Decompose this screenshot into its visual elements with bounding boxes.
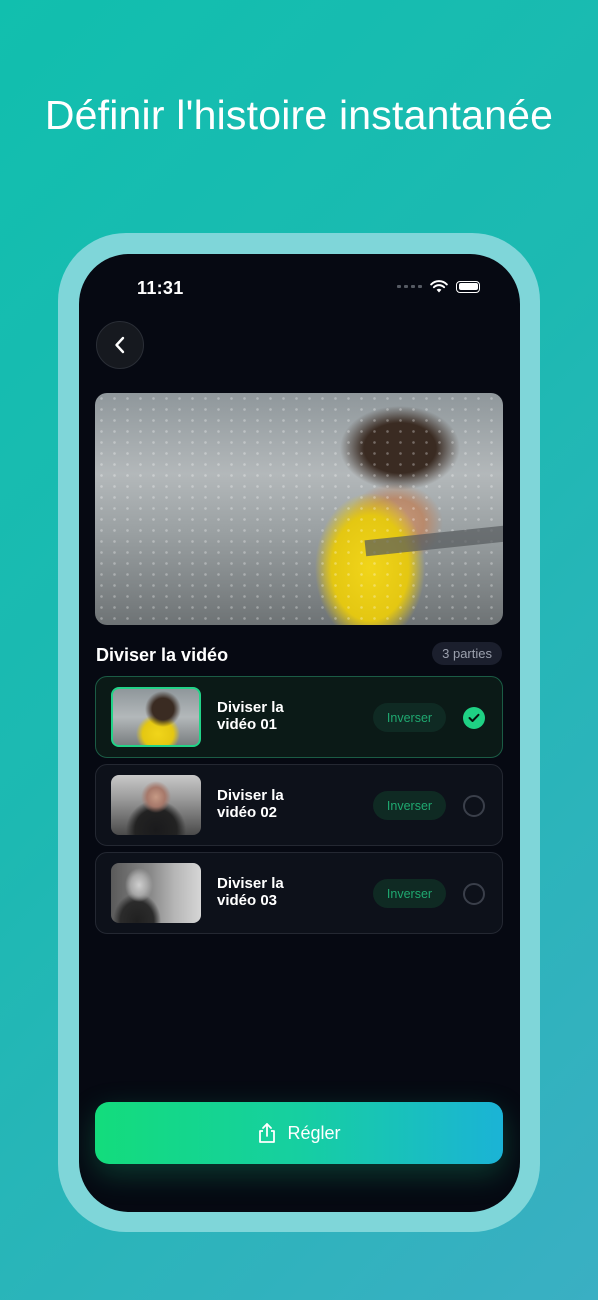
clip-thumbnail (111, 863, 201, 923)
reverse-button[interactable]: Inverser (373, 703, 446, 732)
video-preview[interactable] (95, 393, 503, 625)
clip-label-line1: Diviser la (217, 699, 284, 716)
clip-thumbnail (111, 775, 201, 835)
select-radio-checked[interactable] (463, 707, 485, 729)
back-button[interactable] (96, 321, 144, 369)
status-icons (397, 280, 480, 293)
apply-button-label: Régler (287, 1122, 341, 1143)
clip-item-2[interactable]: Diviser la vidéo 02 Inverser (95, 764, 503, 846)
select-radio[interactable] (463, 883, 485, 905)
clip-item-3[interactable]: Diviser la vidéo 03 Inverser (95, 852, 503, 934)
section-title: Diviser la vidéo (96, 645, 229, 665)
check-icon (468, 713, 480, 722)
reverse-button[interactable]: Inverser (373, 791, 446, 820)
chevron-left-icon (115, 336, 125, 354)
clip-label-line1: Diviser la (217, 787, 284, 804)
clip-label-line2: vidéo 03 (217, 892, 278, 909)
clip-label: Diviser la vidéo 02 (217, 787, 337, 821)
rain-overlay (95, 393, 503, 625)
clip-label: Diviser la vidéo 01 (217, 699, 337, 733)
status-time: 11:31 (137, 278, 184, 298)
share-icon (259, 1123, 276, 1143)
clip-label: Diviser la vidéo 03 (217, 875, 337, 909)
headline: Définir l'histoire instantanée (44, 92, 554, 138)
parts-count-badge: 3 parties (432, 642, 502, 665)
select-radio[interactable] (463, 795, 485, 817)
clip-label-line2: vidéo 01 (217, 716, 278, 733)
signal-icon (397, 285, 422, 288)
battery-icon (456, 280, 480, 293)
clip-item-1[interactable]: Diviser la vidéo 01 Inverser (95, 676, 503, 758)
clip-label-line2: vidéo 02 (217, 804, 278, 821)
phone-screen: 11:31 Diviser la vidéo 3 parties Diviser… (79, 254, 520, 1212)
apply-button[interactable]: Régler (95, 1102, 503, 1164)
wifi-icon (430, 280, 448, 293)
clip-label-line1: Diviser la (217, 875, 284, 892)
reverse-button[interactable]: Inverser (373, 879, 446, 908)
clip-thumbnail (111, 687, 201, 747)
